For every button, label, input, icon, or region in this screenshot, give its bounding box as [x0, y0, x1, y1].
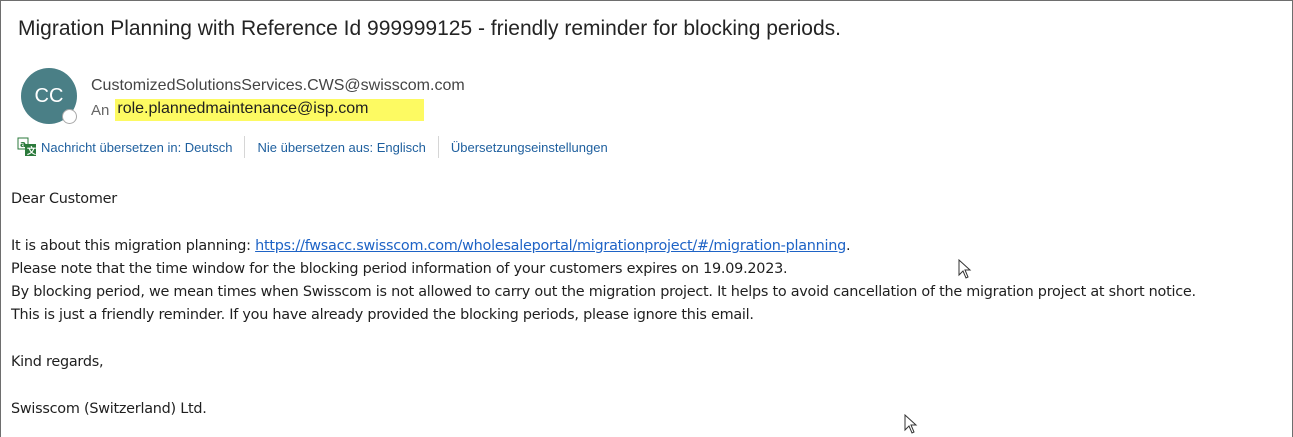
mouse-pointer-icon [904, 414, 918, 434]
translate-message-link[interactable]: Nachricht übersetzen in: Deutsch [41, 140, 244, 155]
greeting: Dear Customer [11, 191, 117, 207]
never-translate-link[interactable]: Nie übersetzen aus: Englisch [257, 140, 437, 155]
translate-icon: a 文 [17, 137, 37, 157]
body-line-3: By blocking period, we mean times when S… [11, 284, 1196, 300]
presence-status-icon [62, 109, 77, 124]
recipient-line: An role.plannedmaintenance@isp.com [91, 99, 425, 121]
avatar-initials: CC [34, 84, 64, 107]
body-line-4: This is just a friendly reminder. If you… [11, 307, 754, 323]
closing: Kind regards, [11, 354, 104, 370]
migration-planning-link[interactable]: https://fwsacc.swisscom.com/wholesalepor… [255, 238, 846, 254]
translation-settings-link[interactable]: Übersetzungseinstellungen [451, 140, 620, 155]
recipient-label: An [91, 101, 110, 119]
recipient-address[interactable]: role.plannedmaintenance@isp.com [115, 99, 425, 121]
translation-bar: a 文 Nachricht übersetzen in: Deutsch Nie… [17, 136, 620, 158]
signature: Swisscom (Switzerland) Ltd. [11, 401, 207, 417]
mouse-pointer-icon [958, 259, 972, 279]
divider [244, 136, 246, 158]
sender-address[interactable]: CustomizedSolutionsServices.CWS@swisscom… [91, 77, 465, 95]
divider [437, 136, 439, 158]
email-body: Dear Customer It is about this migration… [11, 188, 1196, 421]
body-line-1-prefix: It is about this migration planning: [11, 238, 256, 254]
svg-text:文: 文 [26, 145, 37, 157]
body-line-1-suffix: . [846, 238, 851, 254]
body-line-2: Please note that the time window for the… [11, 261, 788, 277]
body-line-1: It is about this migration planning: htt… [11, 235, 1196, 258]
email-subject: Migration Planning with Reference Id 999… [18, 17, 841, 40]
